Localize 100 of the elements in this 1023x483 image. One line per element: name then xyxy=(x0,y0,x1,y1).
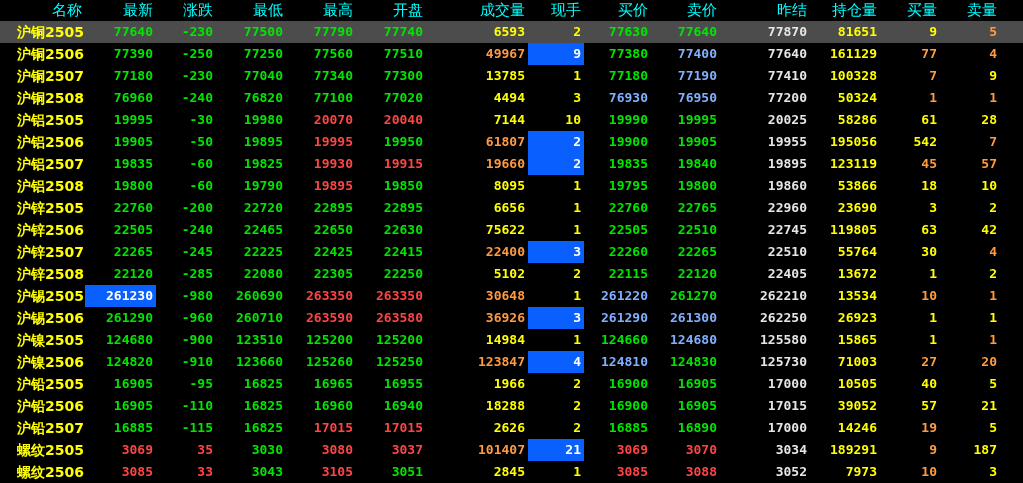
table-row[interactable]: 沪铝2505 19995 -30 19980 20070 20040 7144 10 19990 19995 20025 58286 61 28 xyxy=(0,109,1023,131)
cell-value: 261290 xyxy=(601,310,648,325)
cell-value: 76950 xyxy=(677,90,717,105)
contract-name: 沪锌2506 xyxy=(17,222,84,238)
contract-name: 沪锌2507 xyxy=(17,244,84,260)
cell-value: 16940 xyxy=(383,398,423,413)
cell-value: 17015 xyxy=(313,420,353,435)
table-row[interactable]: 沪锌2508 22120 -285 22080 22305 22250 5102 2 22115 22120 22405 13672 1 2 xyxy=(0,263,1023,285)
table-row[interactable]: 沪铜2508 76960 -240 76820 77100 77020 4494 3 76930 76950 77200 50324 1 1 xyxy=(0,87,1023,109)
cell-value: 16905 xyxy=(113,398,153,413)
cell-value: 2 xyxy=(528,131,584,153)
cell-value: 3080 xyxy=(321,442,353,457)
contract-name: 螺纹2506 xyxy=(17,464,84,480)
cell-value: 42 xyxy=(981,222,997,237)
cell-value: 4494 xyxy=(493,90,525,105)
cell-value: 22510 xyxy=(767,244,807,259)
cell-value: 22960 xyxy=(767,200,807,215)
cell-value: 55764 xyxy=(837,244,877,259)
column-header[interactable]: 涨跌 xyxy=(156,0,216,21)
column-header[interactable]: 最低 xyxy=(216,0,286,21)
cell-value: 13785 xyxy=(485,68,525,83)
cell-value: 22415 xyxy=(383,244,423,259)
column-header[interactable]: 开盘 xyxy=(356,0,426,21)
column-header[interactable]: 昨结 xyxy=(720,0,810,21)
column-header[interactable]: 买价 xyxy=(584,0,651,21)
column-header[interactable]: 最高 xyxy=(286,0,356,21)
cell-value: 123847 xyxy=(478,354,525,369)
cell-value: 76820 xyxy=(243,90,283,105)
column-header[interactable]: 卖价 xyxy=(651,0,720,21)
cell-value: 262250 xyxy=(760,310,807,325)
contract-name: 沪铅2505 xyxy=(17,376,84,392)
cell-value: 101407 xyxy=(478,442,525,457)
table-row[interactable]: 沪铜2506 77390 -250 77250 77560 77510 49967 9 77380 77400 77640 161129 77 4 xyxy=(0,43,1023,65)
cell-value: 263580 xyxy=(376,310,423,325)
cell-value: 19955 xyxy=(767,134,807,149)
table-row[interactable]: 沪铜2507 77180 -230 77040 77340 77300 13785 1 77180 77190 77410 100328 7 9 xyxy=(0,65,1023,87)
cell-value: 22630 xyxy=(383,222,423,237)
cell-value: 40 xyxy=(921,376,937,391)
table-row[interactable]: 沪锡2505 261230 -980 260690 263350 263350 30648 1 261220 261270 262210 13534 10 1 xyxy=(0,285,1023,307)
cell-value: 19825 xyxy=(243,156,283,171)
cell-value: 63 xyxy=(921,222,937,237)
cell-value: 3034 xyxy=(775,442,807,457)
table-row[interactable]: 沪铝2506 19905 -50 19895 19995 19950 61807 2 19900 19905 19955 195056 542 7 xyxy=(0,131,1023,153)
table-row[interactable]: 沪铅2506 16905 -110 16825 16960 16940 18288 2 16900 16905 17015 39052 57 21 xyxy=(0,395,1023,417)
cell-value: 5 xyxy=(989,376,997,391)
cell-value: 77400 xyxy=(677,46,717,61)
column-header[interactable]: 现手 xyxy=(528,0,584,21)
cell-value: 10 xyxy=(565,112,581,127)
cell-value: 263350 xyxy=(306,288,353,303)
cell-value: 3030 xyxy=(251,442,283,457)
table-row[interactable]: 沪铝2508 19800 -60 19790 19895 19850 8095 1 19795 19800 19860 53866 18 10 xyxy=(0,175,1023,197)
table-row[interactable]: 沪铝2507 19835 -60 19825 19930 19915 19660 2 19835 19840 19895 123119 45 57 xyxy=(0,153,1023,175)
cell-value: 3 xyxy=(573,90,581,105)
table-row[interactable]: 沪锡2506 261290 -960 260710 263590 263580 36926 3 261290 261300 262250 26923 1 1 xyxy=(0,307,1023,329)
column-header[interactable]: 卖量 xyxy=(940,0,1000,21)
table-row[interactable]: 螺纹2506 3085 33 3043 3105 3051 2845 1 3085 3088 3052 7973 10 3 xyxy=(0,461,1023,483)
cell-value: 1 xyxy=(573,200,581,215)
cell-value: 26923 xyxy=(837,310,877,325)
cell-value: 14984 xyxy=(485,332,525,347)
table-row[interactable]: 沪锌2506 22505 -240 22465 22650 22630 75622 1 22505 22510 22745 119805 63 42 xyxy=(0,219,1023,241)
cell-value: 124820 xyxy=(106,354,153,369)
column-header[interactable]: 名称 xyxy=(0,0,85,21)
cell-value: 19840 xyxy=(677,156,717,171)
table-row[interactable]: 沪铅2507 16885 -115 16825 17015 17015 2626 2 16885 16890 17000 14246 19 5 xyxy=(0,417,1023,439)
cell-value: 19980 xyxy=(243,112,283,127)
table-row[interactable]: 沪锌2507 22265 -245 22225 22425 22415 22400 3 22260 22265 22510 55764 30 4 xyxy=(0,241,1023,263)
cell-value: 17015 xyxy=(767,398,807,413)
cell-value: 22405 xyxy=(767,266,807,281)
contract-name: 沪镍2506 xyxy=(17,354,84,370)
table-row[interactable]: 沪镍2506 124820 -910 123660 125260 125250 123847 4 124810 124830 125730 71003 27 20 xyxy=(0,351,1023,373)
cell-value: 3 xyxy=(528,307,584,329)
cell-value: 17000 xyxy=(767,420,807,435)
cell-value: 22400 xyxy=(485,244,525,259)
table-row[interactable]: 沪锌2505 22760 -200 22720 22895 22895 6656 1 22760 22765 22960 23690 3 2 xyxy=(0,197,1023,219)
table-row[interactable]: 螺纹2505 3069 35 3030 3080 3037 101407 21 3069 3070 3034 189291 9 187 xyxy=(0,439,1023,461)
cell-value: 18 xyxy=(921,178,937,193)
column-header[interactable]: 最新 xyxy=(85,0,156,21)
cell-value: 3043 xyxy=(251,464,283,479)
cell-value: 189291 xyxy=(830,442,877,457)
cell-value: 16905 xyxy=(113,376,153,391)
column-header[interactable]: 持仓量 xyxy=(810,0,880,21)
contract-name: 沪锌2508 xyxy=(17,266,84,282)
column-header[interactable]: 成交量 xyxy=(426,0,528,21)
cell-value: 28 xyxy=(981,112,997,127)
cell-value: 77560 xyxy=(313,46,353,61)
cell-value: 124680 xyxy=(670,332,717,347)
cell-value: -110 xyxy=(181,398,213,413)
cell-value: 2 xyxy=(528,153,584,175)
cell-value: 19795 xyxy=(608,178,648,193)
cell-value: 1 xyxy=(989,332,997,347)
table-row[interactable]: 沪铅2505 16905 -95 16825 16965 16955 1966 2 16900 16905 17000 10505 40 5 xyxy=(0,373,1023,395)
cell-value: 260690 xyxy=(236,288,283,303)
table-row[interactable]: 沪镍2505 124680 -900 123510 125200 125200 14984 1 124660 124680 125580 15865 1 1 xyxy=(0,329,1023,351)
column-header[interactable]: 买量 xyxy=(880,0,940,21)
cell-value: 119805 xyxy=(830,222,877,237)
cell-value: 19 xyxy=(921,420,937,435)
cell-value: 39052 xyxy=(837,398,877,413)
cell-value: 19900 xyxy=(608,134,648,149)
cell-value: 81651 xyxy=(837,24,877,39)
cell-value: 77020 xyxy=(383,90,423,105)
